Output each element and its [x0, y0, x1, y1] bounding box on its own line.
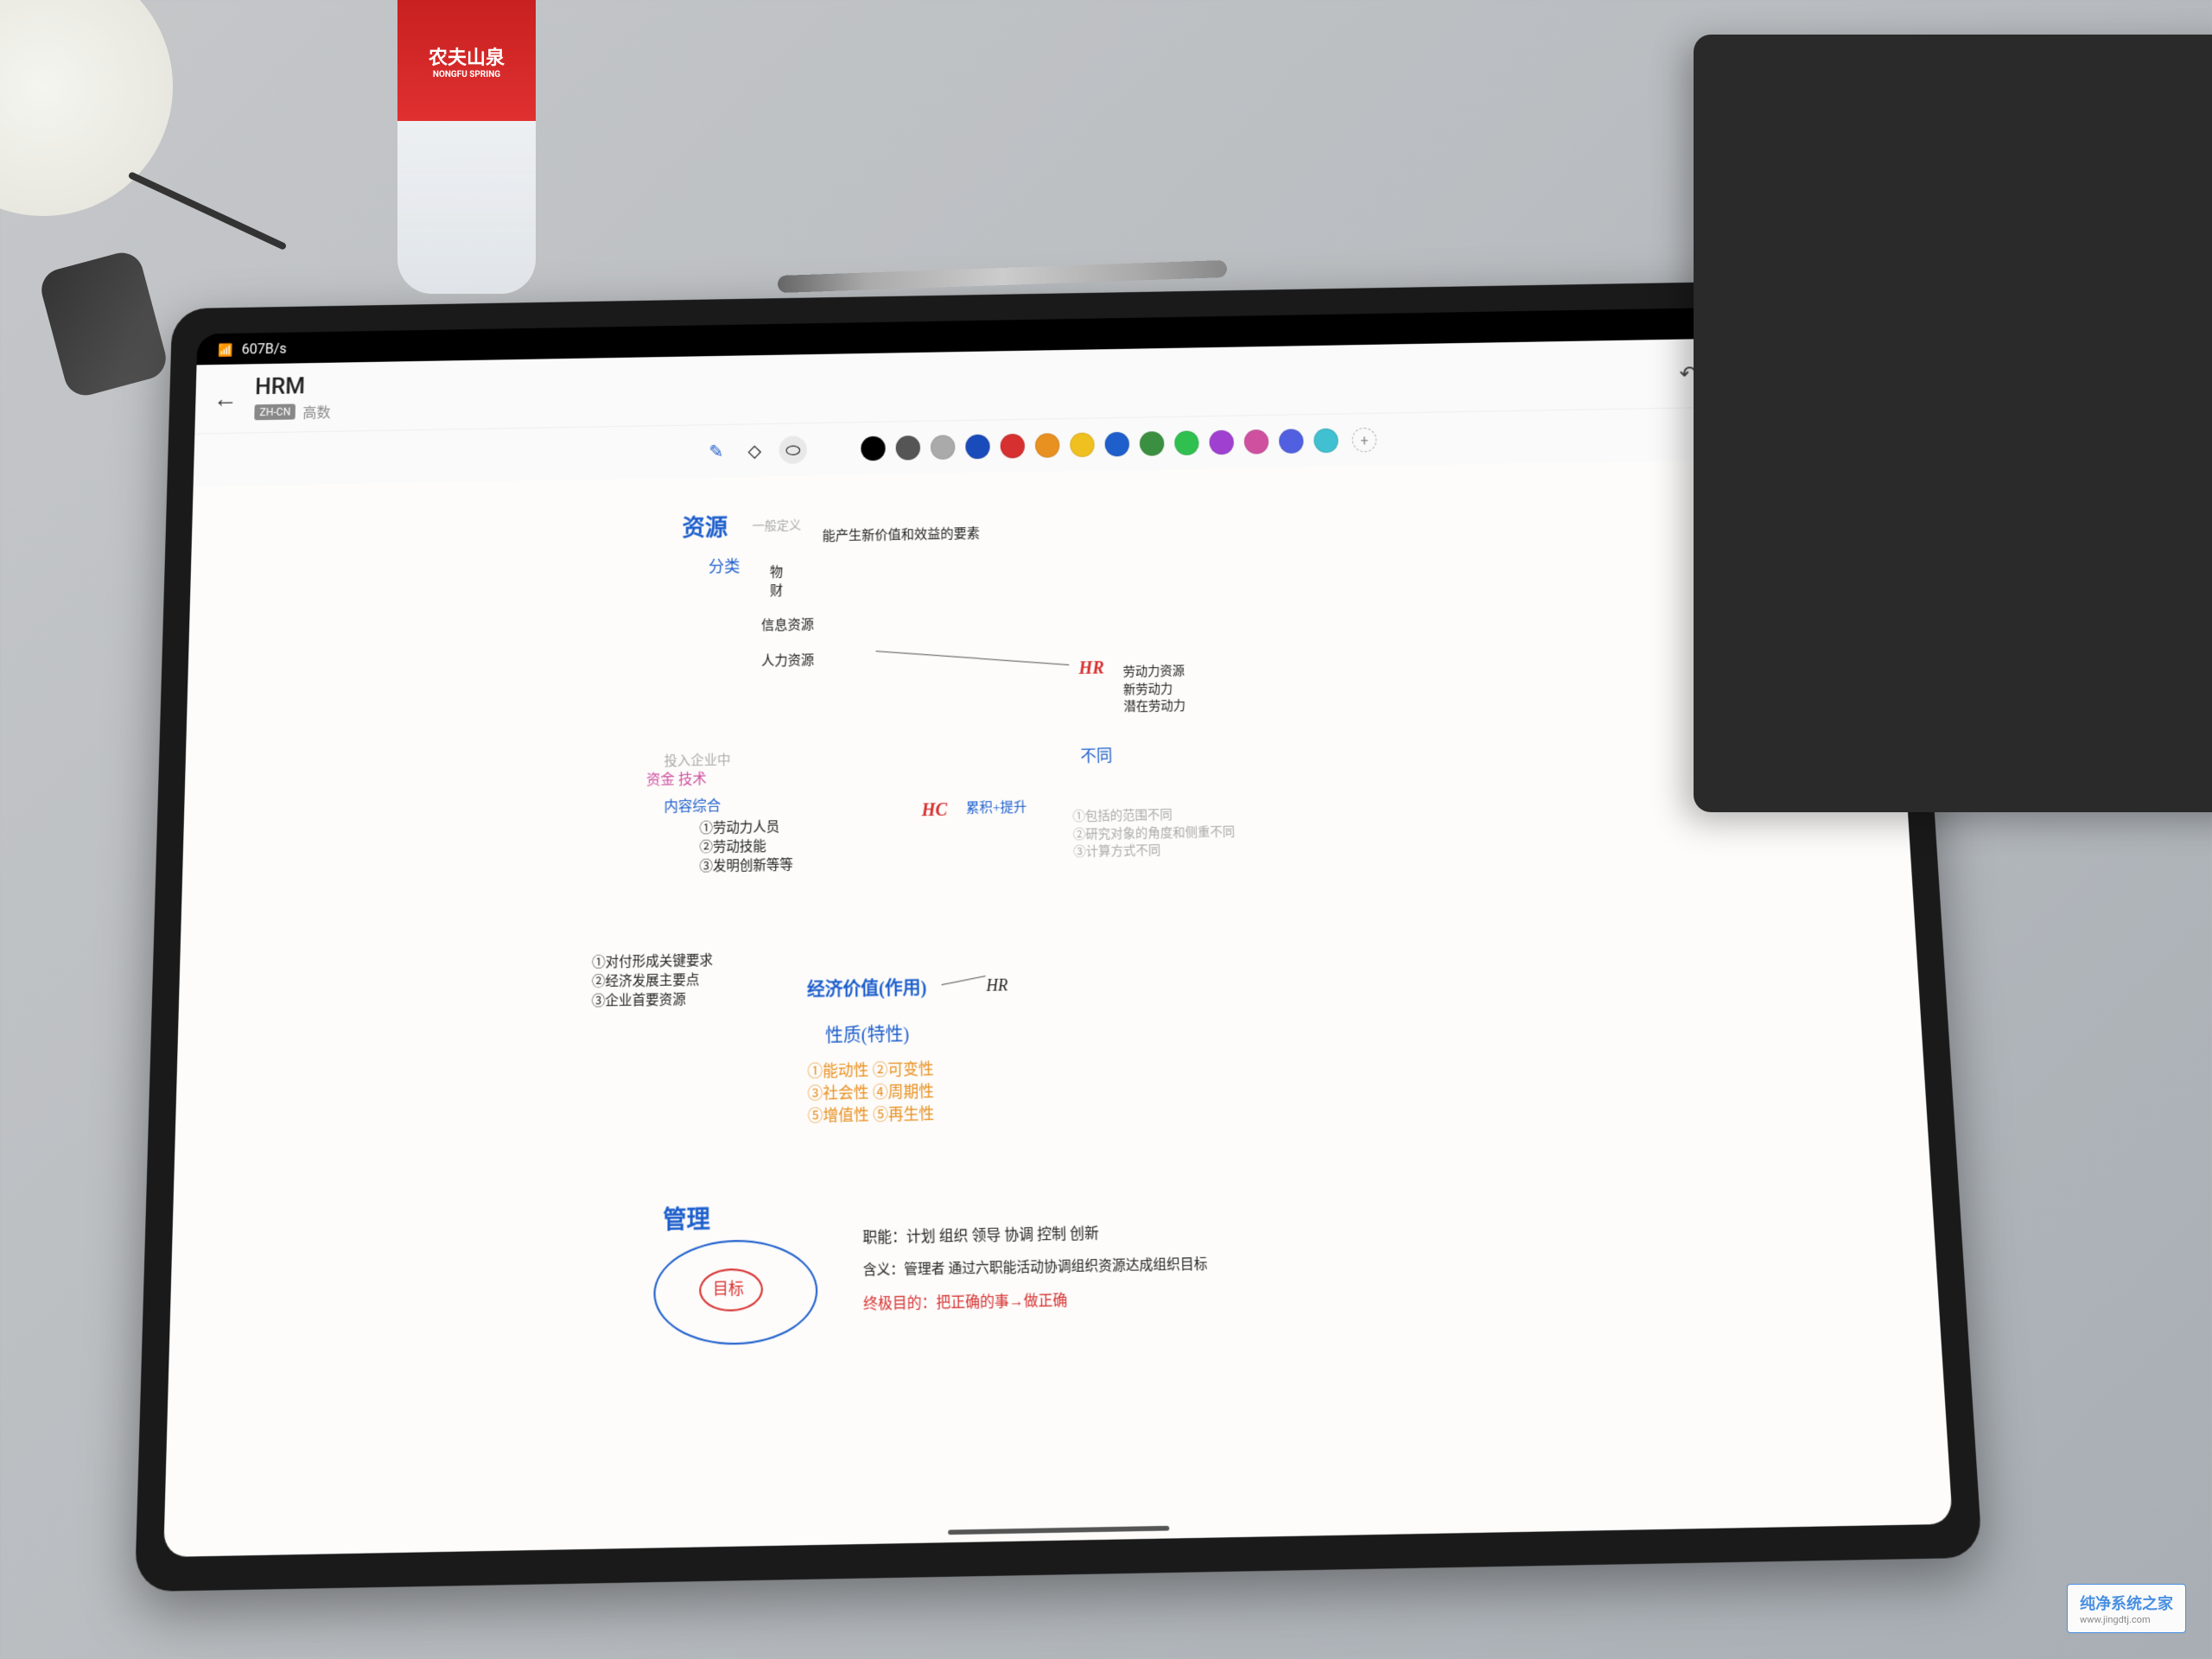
note-text: 内容综合 [664, 797, 721, 818]
watermark-text: 纯净系统之家 [2080, 1595, 2173, 1613]
note-text: 职能：计划 组织 领导 协调 控制 创新 [862, 1224, 1099, 1249]
watermark-url: www.jingdtj.com [2080, 1614, 2173, 1625]
note-text: 经济价值(作用) [807, 976, 927, 1003]
lanyard [128, 171, 288, 251]
note-canvas[interactable]: 资源 一般定义 能产生新价值和效益的要素 分类 物 财 信息资源 人力资源 HR… [163, 457, 1953, 1557]
color-swatch-6[interactable] [1070, 433, 1095, 458]
note-text: 含义：管理者 通过六职能活动协调组织资源达成组织目标 [863, 1255, 1208, 1281]
network-speed: 607B/s [241, 340, 286, 357]
note-text: ①能动性 ②可变性 ③社会性 ④周期性 ⑤增值性 ⑤再生性 [807, 1058, 934, 1128]
document-title: HRM [255, 372, 332, 400]
color-swatch-11[interactable] [1244, 429, 1269, 454]
stylus-pen [778, 260, 1227, 293]
note-text: 一般定义 [753, 518, 802, 536]
add-color-button[interactable]: + [1351, 428, 1376, 453]
note-text: 累积+提升 [966, 798, 1027, 818]
bottle-brand-en: NONGFU SPRING [433, 70, 500, 79]
pen-tool[interactable]: ✎ [702, 437, 730, 466]
watermark: 纯净系统之家 www.jingdtj.com [2067, 1584, 2186, 1633]
note-text: 信息资源 [761, 616, 814, 636]
tablet-screen: 607B/s 22:12 ← HRM ZH-CN 高数 ↶ ↷ + ⌕ [163, 305, 1953, 1557]
note-text: 资金 技术 [646, 770, 707, 791]
tablet-case [1694, 35, 2212, 812]
note-text: 劳动力资源 新劳动力 潜在劳动力 [1122, 663, 1185, 716]
lasso-tool[interactable]: ⬭ [779, 435, 807, 464]
note-hr-label: HR [1078, 656, 1104, 681]
note-hc-label: HC [921, 798, 947, 823]
note-text: 物 财 [770, 564, 783, 601]
note-text: 目标 [713, 1278, 744, 1301]
color-swatch-1[interactable] [896, 435, 921, 461]
color-swatch-7[interactable] [1104, 432, 1129, 457]
color-swatch-2[interactable] [931, 435, 956, 460]
note-text: 能产生新价值和效益的要素 [823, 525, 981, 547]
language-badge: ZH-CN [254, 404, 296, 420]
color-swatch-9[interactable] [1174, 430, 1199, 455]
color-swatch-8[interactable] [1140, 431, 1165, 456]
connector-line [876, 651, 1070, 665]
note-text: ①包括的范围不同 ②研究对象的角度和侧重不同 ③计算方式不同 [1072, 806, 1236, 862]
home-indicator[interactable] [948, 1526, 1169, 1535]
color-swatch-12[interactable] [1279, 429, 1304, 454]
note-text: 性质(特性) [825, 1022, 909, 1050]
note-heading: 管理 [663, 1203, 710, 1238]
color-swatch-3[interactable] [965, 435, 990, 460]
color-palette [861, 429, 1338, 461]
connector-line [941, 976, 985, 985]
color-swatch-13[interactable] [1313, 429, 1338, 454]
title-block: HRM ZH-CN 高数 [254, 372, 331, 423]
water-bottle: 农夫山泉 NONGFU SPRING [397, 0, 536, 294]
note-text: 分类 [709, 556, 741, 578]
note-text: ①劳动力人员 ②劳动技能 ③发明创新等等 [700, 818, 793, 877]
note-heading: 资源 [682, 512, 728, 545]
bottle-brand: 农夫山泉 [429, 42, 505, 70]
desk-gadget [37, 248, 171, 400]
color-swatch-5[interactable] [1035, 433, 1060, 458]
wifi-icon [218, 340, 233, 357]
note-text: 终极目的：把正确的事→做正确 [863, 1291, 1068, 1316]
color-swatch-10[interactable] [1209, 430, 1234, 455]
document-subtitle: 高数 [302, 400, 331, 422]
eraser-tool[interactable]: ◇ [741, 436, 768, 465]
note-text: 人力资源 [761, 652, 814, 671]
back-button[interactable]: ← [213, 385, 238, 414]
note-text: HR [986, 974, 1007, 997]
note-text: 投入企业中 [664, 752, 731, 772]
color-swatch-0[interactable] [861, 436, 885, 461]
color-swatch-4[interactable] [1001, 434, 1026, 459]
note-text: ①对付形成关键要求 ②经济发展主要点 ③企业首要资源 [592, 951, 713, 1012]
note-text: 不同 [1080, 745, 1112, 768]
